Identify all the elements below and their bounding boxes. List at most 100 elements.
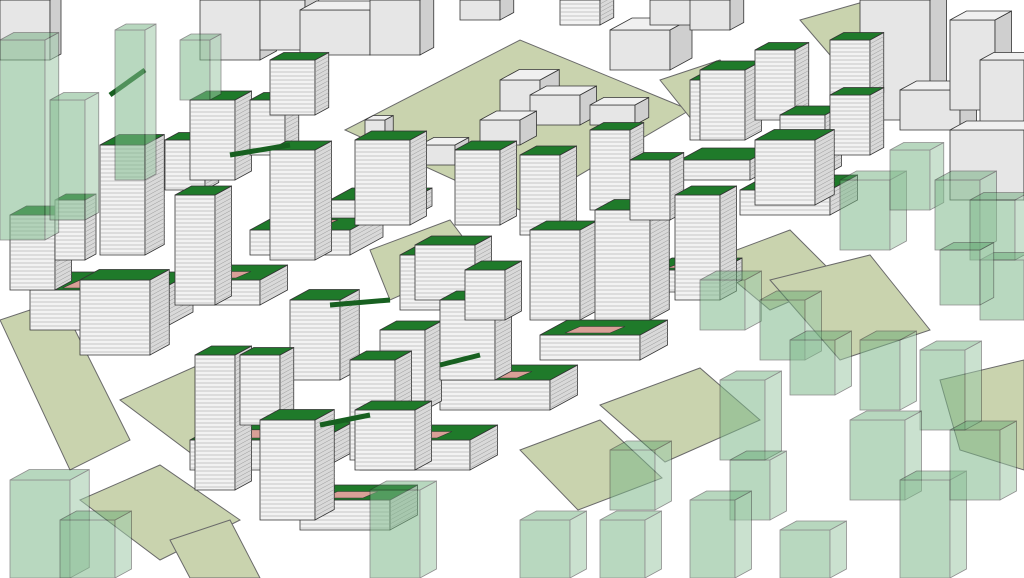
glass-massing [719,370,782,461]
podium [539,319,668,361]
side-face [1014,194,1024,261]
side-face [769,450,787,521]
side-face [999,420,1017,501]
tower [754,128,835,206]
front-face [529,94,581,126]
front-face [839,179,891,251]
glass-massing [699,270,762,331]
front-face [679,159,751,181]
side-face [734,490,752,578]
front-face [114,29,146,181]
front-face [59,519,116,578]
front-face [899,479,951,578]
tower [464,260,522,321]
front-face [519,519,571,578]
side-face [499,0,515,21]
glass-massing [919,340,982,431]
side-face [979,241,995,306]
front-face [889,149,931,211]
front-face [174,194,216,306]
side-face [84,91,100,221]
tower [529,220,597,321]
context-building [689,0,745,31]
front-face [919,349,966,431]
front-face [754,49,796,121]
front-face [629,159,671,221]
front-face [699,69,746,141]
front-face [689,0,731,31]
scene-canvas [0,0,1024,578]
side-face [114,510,132,578]
tower [269,140,332,261]
tower [454,140,517,226]
tower [354,400,432,471]
front-face [269,149,316,261]
tower [189,90,252,181]
side-face [144,23,157,181]
front-face [689,499,736,578]
context-building [369,0,435,56]
context-building [609,17,693,71]
glass-massing [859,330,917,411]
side-face [209,33,222,101]
side-face [964,340,982,431]
front-face [609,29,671,71]
front-face [754,139,816,206]
glass-massing [114,23,157,181]
front-face [599,519,646,578]
context-building [479,110,537,146]
glass-massing [689,490,752,578]
side-face [729,0,745,31]
front-face [369,0,421,56]
side-face [764,370,782,461]
front-face [259,419,316,521]
side-face [899,330,917,411]
glass-massing [599,510,662,578]
glass-massing [779,520,847,578]
front-face [859,339,901,411]
front-face [589,104,636,126]
glass-massing [179,33,222,101]
front-face [369,489,421,578]
front-face [259,0,306,51]
front-face [779,529,831,578]
context-building [529,85,597,126]
tower [174,185,232,306]
side-face [419,480,437,578]
glass-massing [789,330,852,396]
glass-massing [939,241,995,306]
front-face [49,99,86,221]
side-face [569,510,587,578]
tower [699,60,762,141]
context-building [589,96,650,126]
front-face [464,269,506,321]
glass-massing [949,420,1017,501]
glass-massing [609,440,672,511]
glass-massing [59,510,132,578]
front-face [594,209,651,321]
glass-massing [49,91,100,221]
front-face [459,0,501,21]
front-face [0,39,46,241]
glass-massing [369,480,437,578]
urban-model-scene [0,0,1024,578]
tower [829,86,885,156]
front-face [719,379,766,461]
front-face [939,249,981,306]
front-face [699,279,746,331]
front-face [829,94,871,156]
side-face [654,440,672,511]
side-face [419,0,435,56]
tower [79,268,170,356]
side-face [644,510,662,578]
side-face [829,520,847,578]
front-face [179,39,211,101]
side-face [414,400,432,471]
side-face [744,270,762,331]
front-face [354,409,416,471]
front-face [949,429,1001,501]
front-face [789,339,836,396]
tower [559,0,615,26]
front-face [609,449,656,511]
tower [269,51,330,116]
